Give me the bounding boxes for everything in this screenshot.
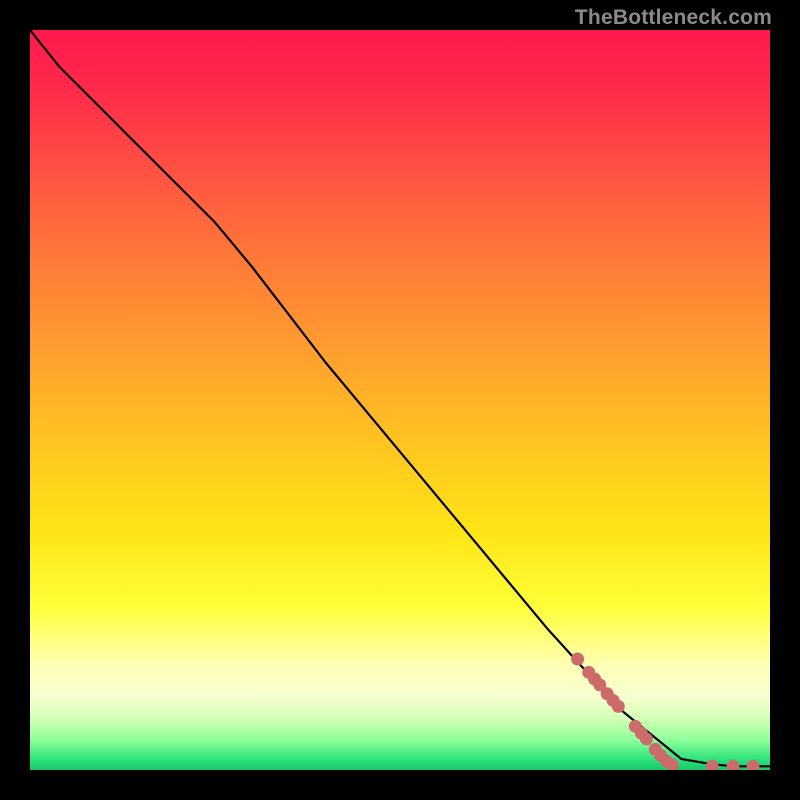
marker-group (571, 653, 759, 771)
watermark-text: TheBottleneck.com (575, 6, 772, 30)
data-point (727, 760, 740, 770)
data-point (706, 760, 719, 770)
data-point (571, 653, 584, 666)
data-point (640, 732, 653, 745)
chart-overlay (30, 30, 770, 770)
chart-frame: TheBottleneck.com (0, 0, 800, 800)
data-point (746, 760, 759, 770)
data-point (612, 700, 625, 713)
main-curve (30, 30, 770, 766)
